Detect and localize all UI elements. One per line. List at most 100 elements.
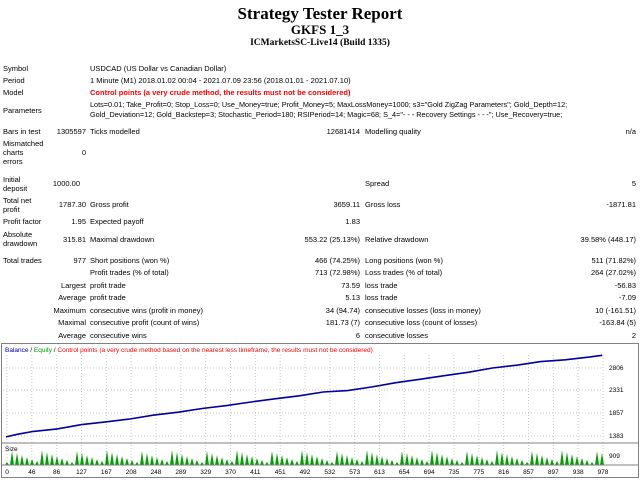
deposit-label-2: deposit <box>3 184 28 193</box>
netprofit-value: 1787.30 <box>58 200 86 209</box>
grossloss-label: Gross loss <box>365 200 401 209</box>
x-tick-label: 613 <box>374 469 385 476</box>
period-label: Period <box>3 76 25 85</box>
x-tick-label: 735 <box>449 469 460 476</box>
symbol-value: USDCAD (US Dollar vs Canadian Dollar) <box>90 64 227 73</box>
x-tick-label: 897 <box>548 469 559 476</box>
maximal-label: Maximal <box>58 318 86 327</box>
y-tick-label: 1383 <box>609 433 624 440</box>
deposit-value: 1000.00 <box>52 179 80 188</box>
mismatch-label-1: Mismatched <box>3 139 44 148</box>
maximum-label: Maximum <box>53 306 86 315</box>
absdd-label-2: drawdown <box>3 239 38 248</box>
max-consec-loss-value: -163.84 (5) <box>599 318 636 327</box>
max-consec-loss-label: consecutive loss (count of losses) <box>365 318 478 327</box>
size-label: Size <box>5 446 18 453</box>
y-tick-label: 909 <box>609 453 620 460</box>
x-tick-label: 694 <box>424 469 435 476</box>
ticks-label: Ticks modelled <box>90 127 140 136</box>
absdd-label-1: Absolute <box>3 230 33 239</box>
x-tick-label: 248 <box>151 469 162 476</box>
x-tick-label: 127 <box>76 469 87 476</box>
max-consec-profit-label: consecutive profit (count of wins) <box>90 318 200 327</box>
quality-label: Modelling quality <box>365 127 421 136</box>
losstrades-label: Loss trades (% of total) <box>365 268 443 277</box>
payoff-value: 1.83 <box>345 217 360 226</box>
short-value: 466 (74.25%) <box>314 256 360 265</box>
x-tick-label: 0 <box>5 469 9 476</box>
largest-profit-label: profit trade <box>90 281 126 290</box>
x-tick-label: 370 <box>225 469 236 476</box>
average2-label: Average <box>58 331 86 340</box>
x-tick-label: 775 <box>473 469 484 476</box>
x-tick-label: 654 <box>399 469 410 476</box>
x-tick-label: 938 <box>573 469 584 476</box>
mismatch-label-3: errors <box>3 157 23 166</box>
quality-value: n/a <box>625 127 636 136</box>
reldd-value: 39.58% (448.17) <box>580 235 636 244</box>
max-consec-losses-value: 10 (-161.51) <box>595 306 636 315</box>
average-loss-label: loss trade <box>365 293 398 302</box>
reldd-label: Relative drawdown <box>365 235 429 244</box>
profitfactor-value: 1.95 <box>71 217 86 226</box>
short-label: Short positions (won %) <box>90 256 170 265</box>
absdd-value: 315.81 <box>63 235 86 244</box>
profittrades-label: Profit trades (% of total) <box>90 268 169 277</box>
grossprofit-value: 3659.11 <box>333 200 360 209</box>
payoff-label: Expected payoff <box>90 217 144 226</box>
x-tick-label: 289 <box>175 469 186 476</box>
parameters-line-1: Lots=0.01; Take_Profit=0; Stop_Loss=0; U… <box>90 100 568 109</box>
expert-name: GKFS 1_3 <box>290 22 350 37</box>
y-tick-label: 2806 <box>609 365 624 372</box>
avg-consec-losses-label: consecutive losses <box>365 331 428 340</box>
bars-value: 1305597 <box>56 127 86 136</box>
chart-legend: Balance / Equity / Control points (a ver… <box>5 347 373 354</box>
x-tick-label: 978 <box>598 469 609 476</box>
long-label: Long positions (won %) <box>365 256 443 265</box>
x-tick-label: 532 <box>324 469 335 476</box>
server-build: ICMarketsSC-Live14 (Build 1335) <box>250 38 390 48</box>
totaltrades-value: 977 <box>73 256 86 265</box>
legend-equity: Equity <box>34 347 53 354</box>
long-value: 511 (71.82%) <box>591 256 636 265</box>
legend-control: Control points (a very crude method base… <box>57 347 372 354</box>
balance-chart-svg: Balance / Equity / Control points (a ver… <box>1 343 639 478</box>
grossloss-value: -1871.81 <box>606 200 636 209</box>
maxdd-label: Maximal drawdown <box>90 235 155 244</box>
period-value: 1 Minute (M1) 2018.01.02 00:04 - 2021.07… <box>90 76 351 85</box>
legend-balance: Balance <box>5 347 29 354</box>
avg-consec-wins-label: consecutive wins <box>90 331 147 340</box>
spread-value: 5 <box>631 179 636 188</box>
x-tick-label: 411 <box>250 469 261 476</box>
parameters-line-2: Gold_Deviation=12; Gold_Backstep=3; Stoc… <box>90 110 563 119</box>
x-tick-label: 208 <box>126 469 137 476</box>
model-label: Model <box>3 88 24 97</box>
grossprofit-label: Gross profit <box>90 200 129 209</box>
avg-consec-losses-value: 2 <box>631 331 636 340</box>
x-tick-label: 451 <box>275 469 286 476</box>
chart-frame <box>1 343 639 478</box>
max-consec-profit-value: 181.73 (7) <box>325 318 360 327</box>
max-consec-losses-label: consecutive losses (loss in money) <box>365 306 481 315</box>
maxdd-value: 553.22 (25.13%) <box>304 235 360 244</box>
deposit-label-1: Initial <box>3 175 21 184</box>
largest-loss-label: loss trade <box>365 281 398 290</box>
average-profit-label: profit trade <box>90 293 126 302</box>
netprofit-label-1: Total net <box>3 196 32 205</box>
largest-profit-value: 73.59 <box>341 281 360 290</box>
symbol-label: Symbol <box>3 64 29 73</box>
netprofit-label-2: profit <box>3 205 20 214</box>
mismatch-value: 0 <box>81 148 86 157</box>
max-consec-wins-value: 34 (94.74) <box>325 306 360 315</box>
max-consec-wins-label: consecutive wins (profit in money) <box>90 306 203 315</box>
x-tick-label: 573 <box>349 469 360 476</box>
y-tick-label: 1857 <box>609 410 624 417</box>
x-tick-label: 46 <box>28 469 36 476</box>
parameters-label: Parameters <box>3 106 42 115</box>
average-label: Average <box>58 293 86 302</box>
losstrades-value: 264 (27.02%) <box>590 268 636 277</box>
average-profit-value: 5.13 <box>345 293 360 302</box>
spread-label: Spread <box>365 179 390 188</box>
largest-loss-value: -56.83 <box>614 281 636 290</box>
bars-label: Bars in test <box>3 127 41 136</box>
